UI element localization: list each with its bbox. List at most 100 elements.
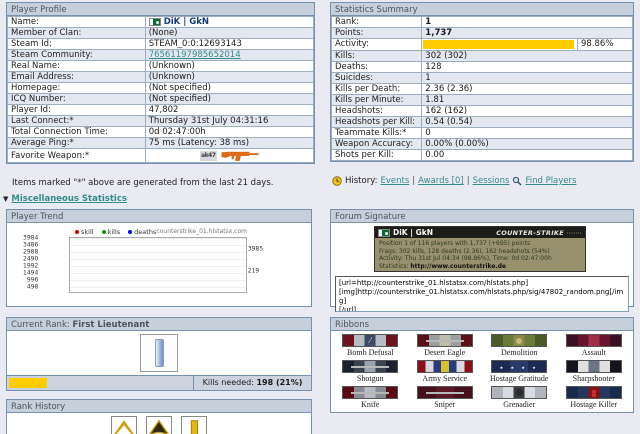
ribbon-bomb-defusal: ⁄ [342,334,399,347]
history-link-sessions[interactable]: Sessions [473,176,510,186]
profile-value: Thursday 31st July 04:31:16 [144,115,315,127]
stats-value: 128 [421,60,633,73]
stats-row: Kills: 302 (302) [330,49,633,62]
profile-label: ICQ Number: [7,93,146,105]
ribbon-label: Sharpshooter [572,374,615,383]
player-trend-chart: skill kills deaths counterstrike_01.hlstat… [7,223,311,307]
gold-bar-rank-icon [182,418,206,434]
banner-line-statistics: Statistics: http://www.counterstrike.de [379,262,507,270]
stats-value: 1 [421,71,633,84]
forum-signature-panel: Forum Signature DiK | GkN COUNTER-STRIKE… [330,209,634,312]
profile-row: Name: DiK | GkN [7,16,315,28]
magnifier-icon [513,176,522,186]
profile-row: Player Id: 47,802 [7,104,315,116]
banner-stats-url: http://www.counterstrike.de [410,262,507,270]
ribbon-hostage-gratitude: ★ ★ ★ ★ [491,360,548,373]
forum-signature-title: Forum Signature [331,210,633,223]
ribbon-sharpshooter [565,360,622,373]
history-link-events[interactable]: Events [381,176,410,186]
stats-row: Headshots per Kill: 0.54 (0.54) [330,115,633,128]
misc-statistics-link[interactable]: Miscellaneous Statistics [11,194,127,204]
counter-strike-logo: COUNTER-STRIKE ······· [496,228,582,237]
profile-value: STEAM_0:0:12693143 [144,38,315,50]
y-axis-tick: 996 [26,276,39,284]
statistics-summary-panel: Statistics Summary Rank: 1 Points: 1,737 Act… [330,2,634,162]
stats-value: 0 [421,126,633,139]
stats-row: Headshots: 162 (162) [330,104,633,117]
stats-value: 1.81 [421,93,633,106]
emblem-overlay-icon [516,337,523,344]
ribbons-grid: ⁄ Bomb Defusal Desert Eagle Demolition Assau… [331,331,633,412]
profile-value: (Not specified) [144,93,315,105]
stats-value: 162 (162) [421,104,633,117]
find-players-link[interactable]: Find Players [525,176,576,186]
profile-row: Favorite Weapon:* ak47 [7,148,315,163]
player-profile-title: Player Profile [7,3,314,16]
y-axis-tick: 2490 [23,255,39,263]
ribbon-label: Desert Eagle [424,348,466,357]
chevron-outline-rank-icon [112,418,136,434]
rank-history-panel: Rank History [6,399,312,434]
weapon-overlay-icon [351,392,390,394]
chart-watermark: counterstrike_01.hlstatsx.com [156,228,247,235]
ribbon-label: Assault [581,348,606,357]
first-lieutenant-insignia-icon [154,339,164,367]
ribbon-label: Knife [361,400,380,409]
gridline [70,252,246,253]
banner-line: Position 1 of 116 players with 1,737 (+6… [379,240,531,247]
ribbon-label: Bomb Defusal [347,348,394,357]
bbcode-textarea[interactable]: [url=http://counterstrike_01.hlstatsx.co… [335,276,629,312]
profile-value: ak47 [144,148,315,163]
kills-needed-text: Kills needed: 198 (21%) [193,376,311,390]
stats-row: Kills per Minute: 1.81 [330,93,633,106]
ribbon-hostage-killer [565,386,622,399]
gridline [70,259,246,260]
activity-percent: 98.86% [581,39,614,49]
gridline [70,238,246,239]
statistics-summary-title: Statistics Summary [331,3,633,16]
history-link-awards[interactable]: Awards [0] [418,176,464,186]
steam-community-link[interactable]: 76561197985652014 [149,51,241,60]
stats-label: Kills: [330,49,423,62]
profile-value: (Unknown) [144,71,315,83]
player-name: DiK | GkN [148,18,310,27]
profile-label: Homepage: [7,82,146,94]
rank-progress-row: Kills needed: 198 (21%) [7,375,311,390]
stats-label: Shots per Kill: [330,148,423,161]
profile-label: Average Ping:* [7,137,146,149]
clock-icon [332,176,342,186]
ribbon-cell: Assault [557,334,632,357]
current-rank-title: Current Rank: First Lieutenant [7,318,311,331]
pakistan-flag-icon [148,18,161,26]
ribbon-cell: Knife [333,386,408,409]
stats-value: 1,737 [421,27,633,39]
y-axis-tick: 1992 [23,262,39,270]
weapon-overlay-icon [351,366,390,368]
chevron-filled-rank-icon [147,418,171,434]
ribbon-cell: Hostage Killer [557,386,632,409]
deaths-dot-icon [128,230,133,234]
separator: | [466,176,470,186]
ribbon-shotgun [342,360,399,373]
ribbon-demolition [491,334,548,347]
forum-signature-body: DiK | GkN COUNTER-STRIKE ······· Positio… [331,223,633,312]
profile-label: Player Id: [7,104,146,116]
ribbons-title: Ribbons [331,318,633,331]
ribbon-cell: Demolition [482,334,557,357]
stats-label: Kills per Death: [330,82,423,95]
stats-label: Teammate Kills:* [330,126,423,139]
ribbon-cell: Desert Eagle [408,334,483,357]
stats-value: 0.54 (0.54) [421,115,633,128]
misc-statistics-row: ▼ Miscellaneous Statistics [3,194,127,204]
stats-row: Weapon Accuracy: 0.00% (0.00%) [330,137,633,150]
legend-item-skill: skill [75,228,94,236]
weapon-overlay-icon [425,392,464,394]
profile-value: (None) [144,27,315,39]
profile-value: 0d 02:47:00h [144,126,315,138]
ribbon-cell: Sniper [408,386,483,409]
stats-value: 98.86% [421,38,633,51]
ribbon-sniper [416,386,473,399]
profile-row: Steam Id: STEAM_0:0:12693143 [7,38,315,50]
banner-line: Frags: 302 kills, 128 deaths (2.36), 162… [379,247,550,255]
activity-bar [423,40,575,49]
